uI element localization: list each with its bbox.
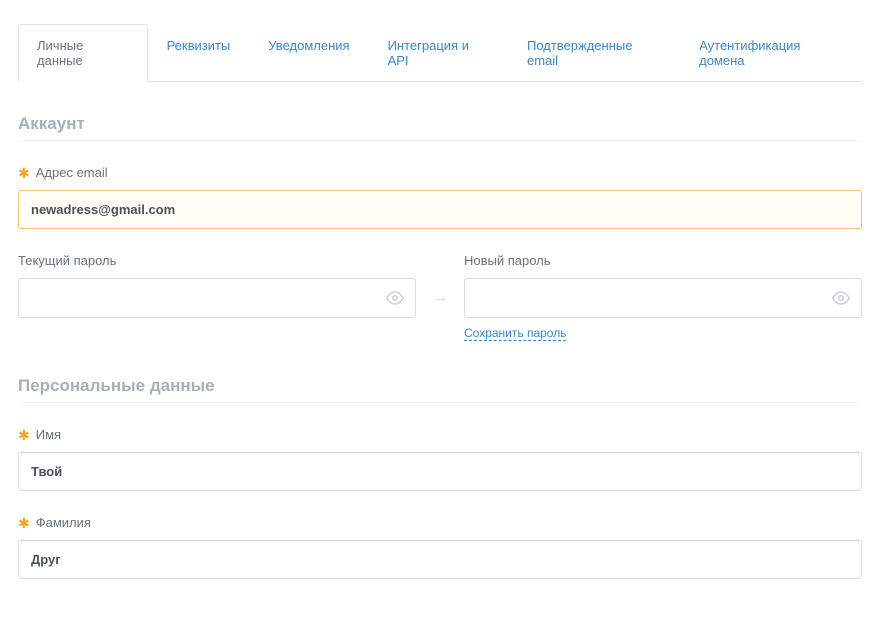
email-label-text: Адрес email <box>36 165 108 180</box>
account-section: Аккаунт ✱ Адрес email Текущий пароль <box>18 114 862 342</box>
eye-icon[interactable] <box>832 289 850 307</box>
email-field-container: ✱ Адрес email <box>18 165 862 229</box>
current-password-input[interactable] <box>18 278 416 318</box>
lastname-label: ✱ Фамилия <box>18 515 862 530</box>
required-star-icon: ✱ <box>18 166 30 180</box>
lastname-label-text: Фамилия <box>36 515 91 530</box>
save-password-link[interactable]: Сохранить пароль <box>464 326 566 341</box>
account-title: Аккаунт <box>18 114 862 141</box>
personal-title: Персональные данные <box>18 376 862 403</box>
eye-icon[interactable] <box>386 289 404 307</box>
lastname-input[interactable] <box>18 540 862 579</box>
firstname-field-container: ✱ Имя <box>18 427 862 491</box>
tab-integration-api[interactable]: Интеграция и API <box>369 24 508 82</box>
personal-section: Персональные данные ✱ Имя ✱ Фамилия <box>18 376 862 579</box>
email-label: ✱ Адрес email <box>18 165 862 180</box>
tab-confirmed-emails[interactable]: Подтвержденные email <box>508 24 680 82</box>
tabs-nav: Личные данные Реквизиты Уведомления Инте… <box>18 24 862 82</box>
arrow-right-icon: → <box>432 289 448 307</box>
firstname-label-text: Имя <box>36 427 61 442</box>
tab-notifications[interactable]: Уведомления <box>249 24 368 82</box>
tab-personal-data[interactable]: Личные данные <box>18 24 148 82</box>
firstname-label: ✱ Имя <box>18 427 862 442</box>
new-password-input[interactable] <box>464 278 862 318</box>
required-star-icon: ✱ <box>18 428 30 442</box>
email-input[interactable] <box>18 190 862 229</box>
new-password-label: Новый пароль <box>464 253 862 268</box>
current-password-label: Текущий пароль <box>18 253 416 268</box>
tab-domain-auth[interactable]: Аутентификация домена <box>680 24 862 82</box>
firstname-input[interactable] <box>18 452 862 491</box>
required-star-icon: ✱ <box>18 516 30 530</box>
lastname-field-container: ✱ Фамилия <box>18 515 862 579</box>
tab-requisites[interactable]: Реквизиты <box>148 24 250 82</box>
password-row: Текущий пароль → Новый пароль <box>18 253 862 342</box>
